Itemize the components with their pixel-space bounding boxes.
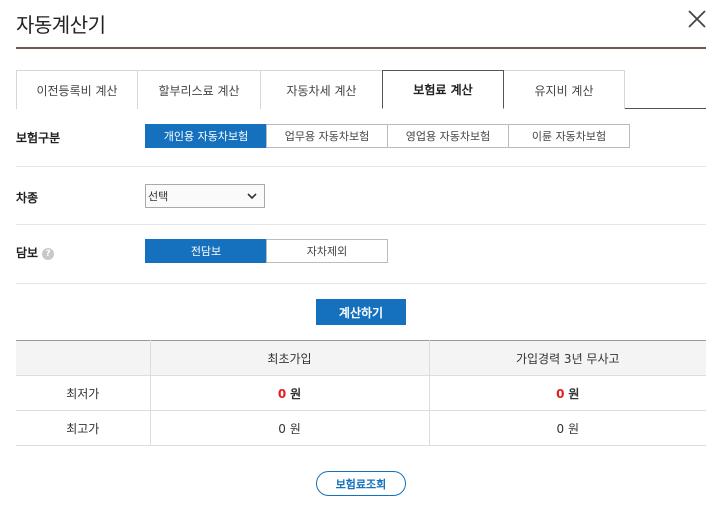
option-excluding-own-damage[interactable]: 자차제외 [266, 239, 388, 263]
tab-maintenance[interactable]: 유지비 계산 [503, 70, 625, 109]
insurance-type-selector: 개인용 자동차보험 업무용 자동차보험 영업용 자동차보험 이륜 자동차보험 [145, 124, 630, 148]
coverage-label: 담보 [16, 246, 39, 260]
table-row: 최저가 0 원 0 원 [16, 375, 706, 411]
coverage-selector: 전담보 자차제외 [145, 239, 388, 263]
price-unit: 원 [568, 386, 580, 401]
row-divider [16, 166, 706, 167]
tab-bar: 이전등록비 계산 할부리스료 계산 자동차세 계산 보험료 계산 유지비 계산 [16, 70, 706, 109]
price-cell: 0 원 [429, 410, 706, 446]
price-value: 0 [278, 421, 286, 436]
vehicle-type-label: 차종 [16, 191, 39, 205]
option-full-coverage[interactable]: 전담보 [145, 239, 267, 263]
table-row: 최고가 0 원 0 원 [16, 410, 706, 446]
tab-transfer-fee[interactable]: 이전등록비 계산 [16, 70, 138, 109]
insurance-type-label: 보험구분 [16, 131, 61, 145]
title-divider [16, 47, 706, 49]
vehicle-type-value: 선택 [148, 190, 169, 203]
price-unit: 원 [567, 421, 579, 436]
price-value: 0 [556, 421, 565, 436]
option-motorcycle-insurance[interactable]: 이륜 자동차보험 [508, 124, 630, 148]
price-unit: 원 [290, 386, 302, 401]
price-cell: 0 원 [150, 375, 430, 411]
price-value: 0 [556, 386, 565, 401]
option-business-insurance[interactable]: 업무용 자동차보험 [266, 124, 388, 148]
table-header-blank [16, 340, 151, 376]
question-icon[interactable]: ? [42, 248, 55, 260]
vehicle-type-select[interactable]: 선택 [145, 184, 265, 208]
option-personal-insurance[interactable]: 개인용 자동차보험 [145, 124, 267, 148]
result-table: 최초가입 가입경력 3년 무사고 최저가 0 원 0 원 최고가 0 원 0 원 [16, 340, 706, 446]
tab-installment-lease[interactable]: 할부리스료 계산 [137, 70, 261, 109]
coverage-label-row: 담보? [16, 244, 55, 261]
price-cell: 0 원 [150, 410, 430, 446]
tab-insurance[interactable]: 보험료 계산 [382, 70, 504, 109]
price-value: 0 [277, 386, 287, 401]
price-cell: 0 원 [429, 375, 706, 411]
close-icon[interactable] [686, 8, 708, 30]
insurance-lookup-button[interactable]: 보험료조회 [316, 471, 406, 496]
row-divider [16, 283, 706, 284]
chevron-down-icon [247, 193, 257, 200]
table-header-experienced: 가입경력 3년 무사고 [429, 340, 706, 376]
table-header-first-join: 최초가입 [150, 340, 430, 376]
price-unit: 원 [289, 421, 301, 436]
tab-vehicle-tax[interactable]: 자동차세 계산 [260, 70, 383, 109]
row-label: 최고가 [16, 410, 151, 446]
calculate-button[interactable]: 계산하기 [316, 299, 406, 325]
option-commercial-insurance[interactable]: 영업용 자동차보험 [387, 124, 509, 148]
table-header-row: 최초가입 가입경력 3년 무사고 [16, 340, 706, 376]
row-divider [16, 224, 706, 225]
dialog-title: 자동계산기 [16, 13, 106, 37]
row-label: 최저가 [16, 375, 151, 411]
